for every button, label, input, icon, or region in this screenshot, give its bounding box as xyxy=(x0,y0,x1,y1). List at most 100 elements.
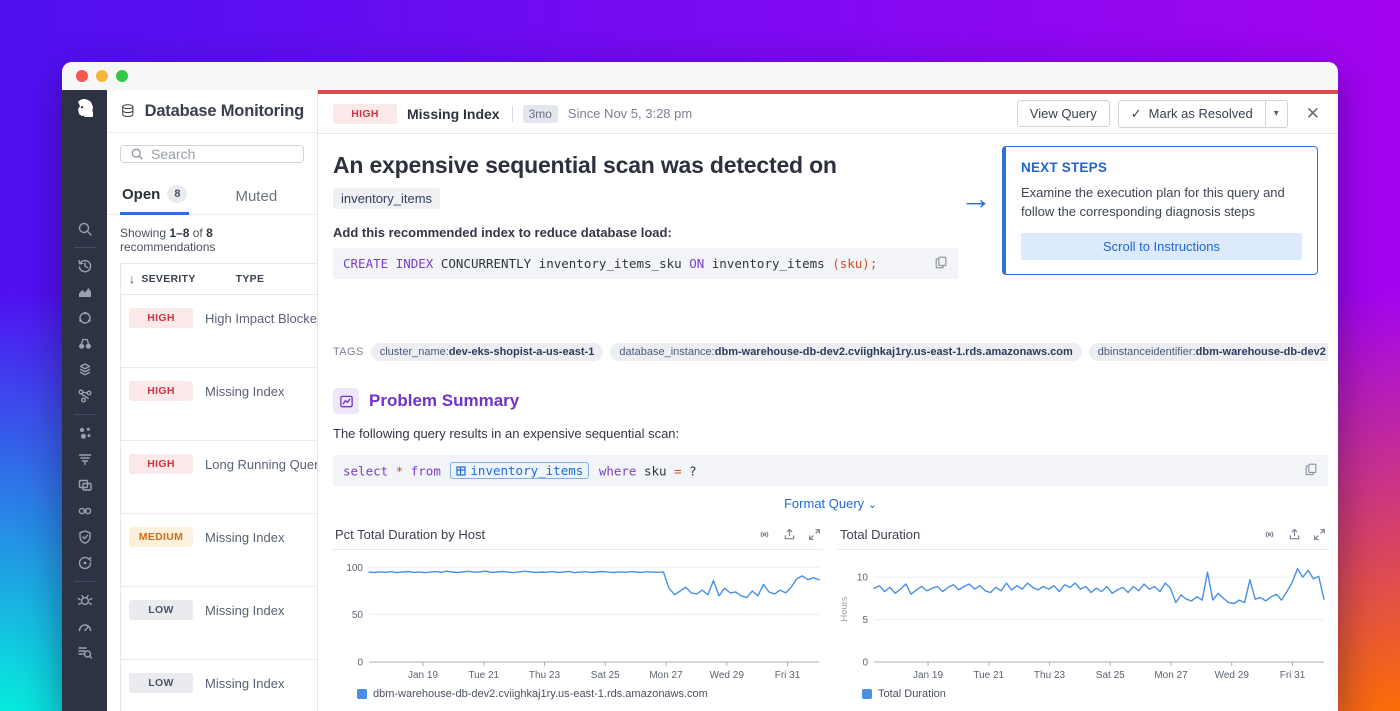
showing-text: Showing 1–8 of 8 recommendations xyxy=(107,215,317,263)
severity-badge: HIGH xyxy=(129,308,193,328)
recommendations-panel: Database Monitoring Open 8 Muted Showing… xyxy=(107,90,318,711)
tab-muted[interactable]: Muted xyxy=(233,182,279,214)
table-row[interactable]: HIGH Long Running Query xyxy=(121,441,317,514)
table-row[interactable]: HIGH High Impact Blocker xyxy=(121,295,317,368)
chart-fullscreen-icon[interactable] xyxy=(808,528,821,541)
error-tracking-icon[interactable] xyxy=(77,592,93,608)
sql-keyword: ON xyxy=(689,256,704,271)
search-input[interactable] xyxy=(151,146,294,162)
table-row[interactable]: MEDIUM Missing Index xyxy=(121,514,317,587)
recommendation-type: Missing Index xyxy=(205,603,284,618)
rail-divider xyxy=(74,581,96,582)
format-query-link[interactable]: Format Query ⌄ xyxy=(333,496,1328,511)
column-severity[interactable]: SEVERITY xyxy=(141,273,195,285)
next-steps-callout: NEXT STEPS Examine the execution plan fo… xyxy=(1002,146,1318,275)
svg-text:Fri 31: Fri 31 xyxy=(1280,670,1306,681)
synthetics-icon[interactable] xyxy=(77,555,93,571)
apm-icon[interactable] xyxy=(77,310,93,326)
view-query-button[interactable]: View Query xyxy=(1017,100,1110,127)
chart-fullscreen-icon[interactable] xyxy=(1313,528,1326,541)
copy-icon[interactable] xyxy=(1304,462,1318,479)
sql-text: ? xyxy=(689,464,697,479)
recommendation-type: Missing Index xyxy=(205,384,284,399)
performance-icon[interactable] xyxy=(77,618,93,634)
datadog-logo-icon[interactable] xyxy=(71,96,99,124)
severity-badge: MEDIUM xyxy=(129,527,193,547)
svg-text:5: 5 xyxy=(862,615,868,626)
svg-text:Sat 25: Sat 25 xyxy=(1096,670,1125,681)
svg-text:Thu 23: Thu 23 xyxy=(1034,670,1066,681)
column-type[interactable]: TYPE xyxy=(236,273,265,285)
processes-icon[interactable] xyxy=(77,425,93,441)
tag-pill[interactable]: cluster_name:dev-eks-shopist-a-us-east-1 xyxy=(371,343,604,361)
close-window-button[interactable] xyxy=(76,70,88,82)
chart-export-icon[interactable] xyxy=(1288,528,1301,541)
table-row[interactable]: HIGH Missing Index xyxy=(121,368,317,441)
recommendation-detail-panel: HIGH Missing Index 3mo Since Nov 5, 3:28… xyxy=(318,90,1338,711)
timeseries-plot[interactable]: 0510Jan 19Tue 21Thu 23Sat 25Mon 27Wed 29… xyxy=(838,550,1328,688)
metrics-icon[interactable] xyxy=(77,284,93,300)
service-map-icon[interactable] xyxy=(77,388,93,404)
search-icon[interactable] xyxy=(77,221,93,237)
tag-pill[interactable]: database_instance:dbm-warehouse-db-dev2.… xyxy=(610,343,1081,361)
sql-text: inventory_items xyxy=(704,256,832,271)
divider xyxy=(512,106,513,122)
sort-descending-icon[interactable]: ↓ xyxy=(129,272,135,286)
watchdog-icon[interactable] xyxy=(77,336,93,352)
svg-text:Jan 19: Jan 19 xyxy=(408,670,438,681)
logs-icon[interactable] xyxy=(77,451,93,467)
legend-label: dbm-warehouse-db-dev2.cviighkaj1ry.us-ea… xyxy=(373,688,708,700)
legend-label: Total Duration xyxy=(878,688,946,700)
database-icon xyxy=(120,101,136,121)
database-monitoring-icon[interactable] xyxy=(77,644,93,660)
scroll-to-instructions-button[interactable]: Scroll to Instructions xyxy=(1021,233,1302,260)
rum-icon[interactable] xyxy=(77,477,93,493)
query-table-pill[interactable]: inventory_items xyxy=(450,462,589,479)
age-badge: 3mo xyxy=(523,105,558,123)
next-steps-callout-body: Examine the execution plan for this quer… xyxy=(1021,184,1302,222)
svg-text:Mon 27: Mon 27 xyxy=(649,670,683,681)
ci-pipelines-icon[interactable] xyxy=(77,503,93,519)
history-icon[interactable] xyxy=(77,258,93,274)
legend-item[interactable]: Total Duration xyxy=(838,688,1328,700)
tab-open[interactable]: Open 8 xyxy=(120,179,189,215)
close-icon[interactable]: ✕ xyxy=(1302,102,1324,126)
copy-icon[interactable] xyxy=(934,255,948,272)
open-count-badge: 8 xyxy=(167,185,187,203)
table-header: ↓ SEVERITY TYPE xyxy=(121,264,317,295)
table-row[interactable]: LOW Missing Index xyxy=(121,587,317,660)
chart-live-icon[interactable] xyxy=(1263,528,1276,541)
legend-swatch xyxy=(357,689,367,699)
chart-live-icon[interactable] xyxy=(758,528,771,541)
caret-down-icon: ▾ xyxy=(1274,108,1279,119)
timeseries-plot[interactable]: 050100Jan 19Tue 21Thu 23Sat 25Mon 27Wed … xyxy=(333,550,823,688)
query-codeblock: select * from inventory_items where sku … xyxy=(333,455,1328,486)
problem-summary-title: Problem Summary xyxy=(369,391,519,411)
chart-title: Total Duration xyxy=(840,527,1263,542)
legend-item[interactable]: dbm-warehouse-db-dev2.cviighkaj1ry.us-ea… xyxy=(333,688,823,700)
tab-open-label: Open xyxy=(122,186,160,203)
legend-swatch xyxy=(862,689,872,699)
resolve-dropdown-button[interactable]: ▾ xyxy=(1266,100,1288,128)
severity-badge: HIGH xyxy=(129,454,193,474)
infrastructure-icon[interactable] xyxy=(77,362,93,378)
problem-summary-body: The following query results in an expens… xyxy=(333,426,1328,441)
mark-as-resolved-button[interactable]: ✓ Mark as Resolved xyxy=(1118,100,1266,128)
svg-text:0: 0 xyxy=(357,658,363,669)
minimize-window-button[interactable] xyxy=(96,70,108,82)
create-index-codeblock: CREATE INDEX CONCURRENTLY inventory_item… xyxy=(333,248,958,279)
table-row[interactable]: LOW Missing Index xyxy=(121,660,317,711)
security-icon[interactable] xyxy=(77,529,93,545)
svg-text:100: 100 xyxy=(346,563,363,574)
app-window: Database Monitoring Open 8 Muted Showing… xyxy=(62,62,1338,711)
table-name-tag[interactable]: inventory_items xyxy=(333,188,440,209)
chart-export-icon[interactable] xyxy=(783,528,796,541)
tag-pill[interactable]: dbinstanceidentifier:dbm-warehouse-db-de… xyxy=(1089,343,1328,361)
svg-text:Fri 31: Fri 31 xyxy=(775,670,801,681)
resolve-button-group: ✓ Mark as Resolved ▾ xyxy=(1118,100,1288,128)
problem-summary-header: Problem Summary xyxy=(333,388,1328,414)
detail-content: An expensive sequential scan was detecte… xyxy=(318,134,1338,711)
window-titlebar xyxy=(62,62,1338,90)
svg-text:Wed 29: Wed 29 xyxy=(710,670,745,681)
zoom-window-button[interactable] xyxy=(116,70,128,82)
